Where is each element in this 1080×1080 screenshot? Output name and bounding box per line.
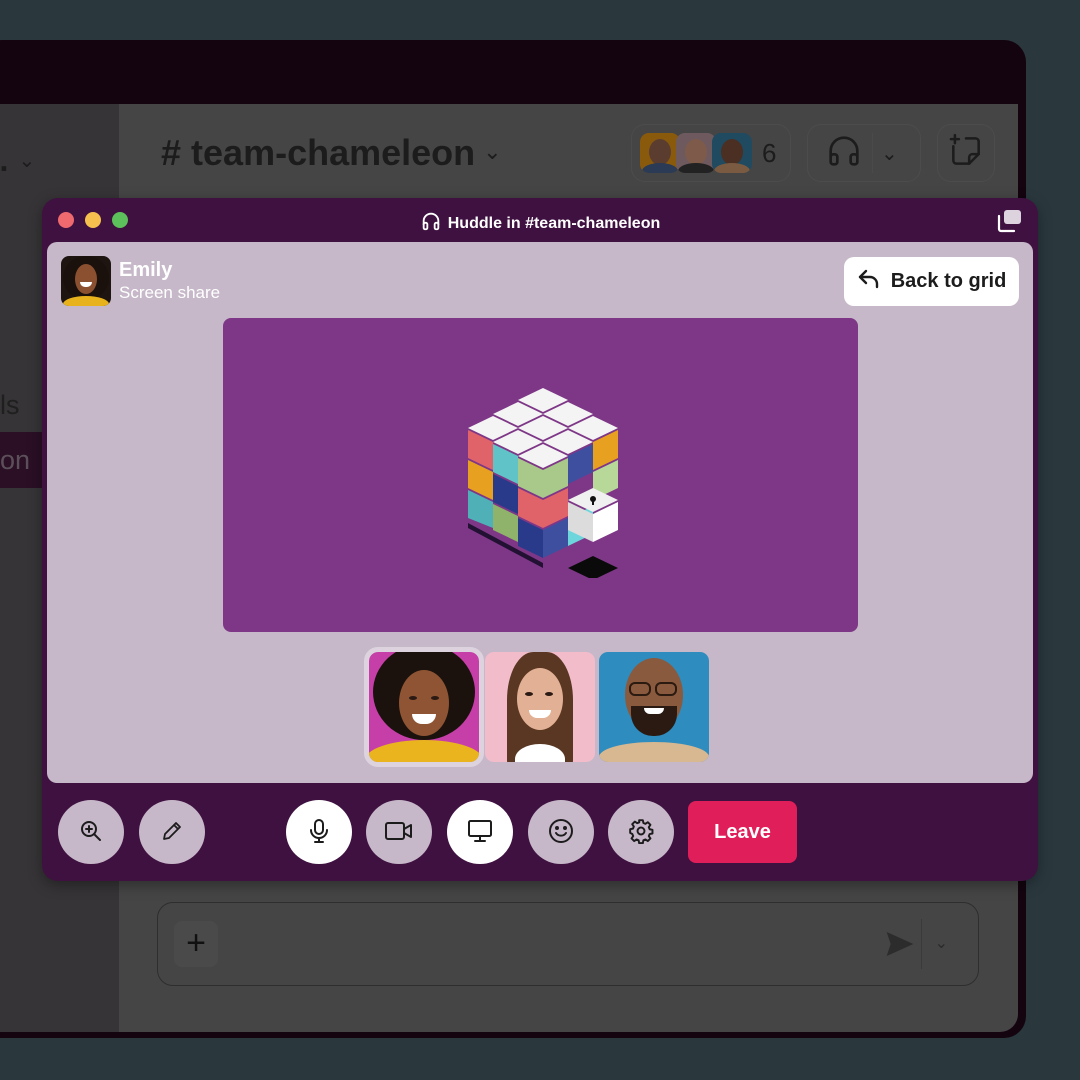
member-avatar xyxy=(712,133,752,173)
screen-share-stage: Emily Screen share Back to grid xyxy=(47,242,1033,783)
presenter-status: Screen share xyxy=(119,283,221,302)
microphone-button[interactable] xyxy=(286,800,352,864)
workspace-switcher[interactable]: d. ⌄ xyxy=(0,142,35,179)
sidebar-item-active-channel[interactable]: on xyxy=(0,432,42,488)
member-avatar xyxy=(676,133,716,173)
member-count: 6 xyxy=(762,137,777,168)
pencil-icon xyxy=(160,819,184,846)
chevron-down-icon: ⌄ xyxy=(18,150,36,172)
titlebar: Huddle in #team-chameleon xyxy=(42,198,1038,242)
microphone-icon xyxy=(307,818,331,847)
zoom-in-icon xyxy=(79,819,103,846)
headphones-icon xyxy=(420,210,442,237)
participant-tile-emily[interactable] xyxy=(364,647,484,767)
message-composer[interactable]: + ⌄ xyxy=(157,902,979,986)
sidebar-item-label: ls xyxy=(0,390,20,420)
screen-share-icon xyxy=(467,819,493,846)
participant-tile[interactable] xyxy=(485,652,595,762)
back-arrow-icon xyxy=(857,268,881,296)
missing-block-shadow xyxy=(568,556,618,578)
video-button[interactable] xyxy=(366,800,432,864)
chevron-down-icon[interactable]: ⌄ xyxy=(935,933,948,953)
gear-icon xyxy=(628,818,654,847)
shared-screen xyxy=(223,318,858,632)
presenter-name: Emily xyxy=(119,259,173,281)
channel-name-button[interactable]: # team-chameleon ⌄ xyxy=(161,132,502,174)
huddle-button[interactable]: ⌄ xyxy=(807,124,921,182)
settings-button[interactable] xyxy=(608,800,674,864)
presenter-info: Emily Screen share xyxy=(61,256,220,306)
new-canvas-button[interactable] xyxy=(937,124,995,182)
huddle-window: Huddle in #team-chameleon Emily Screen s… xyxy=(42,198,1038,881)
divider xyxy=(872,133,873,173)
sidebar-item[interactable]: ls xyxy=(0,390,20,421)
members-button[interactable]: 6 xyxy=(631,124,791,182)
channel-name: team-chameleon xyxy=(191,132,476,173)
plus-icon[interactable]: + xyxy=(174,921,218,967)
participant-tile[interactable] xyxy=(599,652,709,762)
avatar xyxy=(61,256,111,306)
send-icon[interactable] xyxy=(884,929,916,964)
member-avatar xyxy=(640,133,680,173)
reactions-button[interactable] xyxy=(528,800,594,864)
hash-icon: # xyxy=(161,132,182,173)
leave-huddle-button[interactable]: Leave xyxy=(688,801,797,863)
cube-left xyxy=(468,430,543,558)
back-to-grid-label: Back to grid xyxy=(890,270,1007,292)
headphones-icon xyxy=(824,131,864,176)
participant-strip xyxy=(364,647,709,767)
back-to-grid-button[interactable]: Back to grid xyxy=(844,257,1019,306)
sidebar-item-label: on xyxy=(0,445,31,475)
window-title: Huddle in #team-chameleon xyxy=(42,210,1038,237)
divider xyxy=(921,919,922,969)
rubiks-cube-illustration xyxy=(468,388,618,578)
popout-window-icon[interactable] xyxy=(996,209,1022,238)
emoji-icon xyxy=(548,818,574,847)
chevron-down-icon[interactable]: ⌄ xyxy=(881,141,898,166)
huddle-controls: Leave xyxy=(42,783,1038,881)
video-camera-icon xyxy=(384,820,414,845)
draw-button[interactable] xyxy=(139,800,205,864)
window-title-text: Huddle in #team-chameleon xyxy=(447,214,661,232)
new-canvas-icon xyxy=(947,132,985,175)
zoom-in-button[interactable] xyxy=(58,800,124,864)
workspace-name: d. xyxy=(0,142,9,178)
chevron-down-icon: ⌄ xyxy=(483,139,502,164)
screen-share-button[interactable] xyxy=(447,800,513,864)
